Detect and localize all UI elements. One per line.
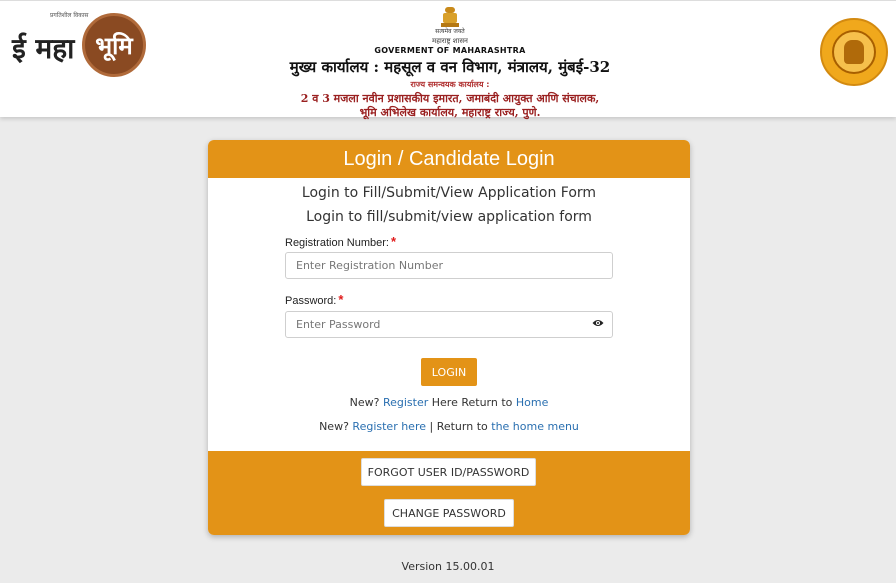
satyamev-jayate: सत्यमेव जयते	[435, 28, 465, 35]
logo-prefix-text: ई महा	[12, 32, 75, 65]
eye-icon[interactable]	[592, 318, 604, 328]
header-center-text: सत्यमेव जयते महाराष्ट्र शासन GOVERMENT O…	[200, 27, 700, 120]
password-label: Password: *	[285, 292, 344, 307]
government-name: GOVERMENT OF MAHARASHTRA	[374, 46, 526, 55]
card-title: Login / Candidate Login	[208, 140, 690, 178]
register-home-line-1: New? Register Here Return to Home	[349, 396, 549, 409]
required-mark: *	[390, 234, 396, 249]
head-office-title: मुख्य कार्यालय : महसूल व वन विभाग, मंत्र…	[289, 58, 611, 76]
home-link[interactable]: Home	[516, 396, 548, 409]
mahabhumi-logo[interactable]: प्रगतिशील विकास ई महा भूमि	[10, 11, 150, 83]
maharashtra-seal-icon	[820, 18, 888, 86]
home-menu-link[interactable]: the home menu	[491, 420, 579, 433]
address-line-2: भूमि अभिलेख कार्यालय, महाराष्ट्र राज्य, …	[359, 106, 541, 119]
forgot-userid-password-button[interactable]: FORGOT USER ID/PASSWORD	[361, 458, 536, 486]
address-line-1: 2 व 3 मजला नवीन प्रशासकीय इमारत, जमाबंदी…	[300, 92, 600, 105]
registration-number-input[interactable]	[285, 252, 613, 279]
register-link[interactable]: Register	[383, 396, 428, 409]
coordinator-office-label: राज्य समन्वयक कार्यालय :	[410, 80, 490, 89]
card-body: Login to Fill/Submit/View Application Fo…	[208, 178, 690, 451]
site-header: प्रगतिशील विकास ई महा भूमि सत्यमेव जयते …	[0, 0, 896, 120]
logo-tagline: प्रगतिशील विकास	[50, 12, 89, 19]
logo-circle: भूमि	[82, 13, 146, 77]
login-card: Login / Candidate Login Login to Fill/Su…	[208, 140, 690, 535]
version-label: Version 15.00.01	[401, 560, 495, 573]
card-subtitle-2: Login to fill/submit/view application fo…	[306, 209, 592, 225]
card-subtitle-1: Login to Fill/Submit/View Application Fo…	[301, 185, 597, 201]
maharashtra-shasan: महाराष्ट्र शासन	[432, 37, 468, 45]
card-footer: FORGOT USER ID/PASSWORD CHANGE PASSWORD	[208, 451, 690, 535]
login-button[interactable]: LOGIN	[421, 358, 477, 386]
required-mark: *	[338, 292, 344, 307]
change-password-button[interactable]: CHANGE PASSWORD	[384, 499, 514, 527]
registration-label: Registration Number: *	[285, 234, 396, 249]
register-home-line-2: New? Register here | Return to the home …	[319, 420, 579, 433]
password-input[interactable]	[285, 311, 613, 338]
register-here-link[interactable]: Register here	[352, 420, 426, 433]
